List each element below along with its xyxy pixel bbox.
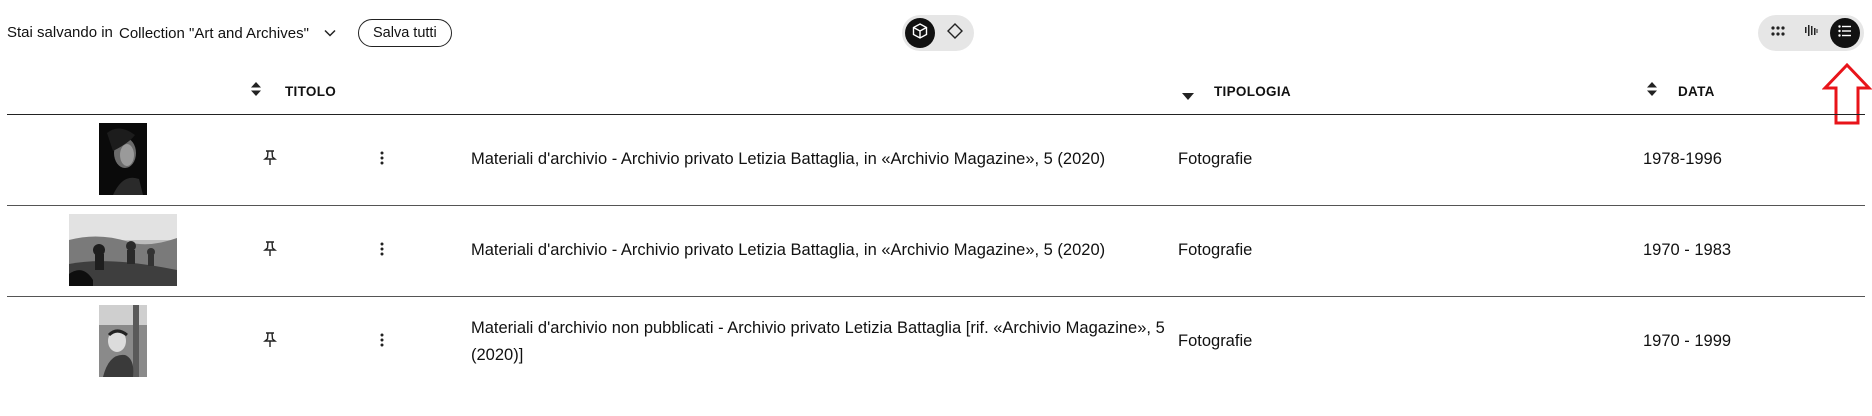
column-header-date[interactable]: DATA xyxy=(1678,84,1715,99)
column-header-title[interactable]: TITOLO xyxy=(285,84,336,99)
layout-barcode-button[interactable] xyxy=(1796,18,1826,48)
more-options-button[interactable] xyxy=(372,150,392,170)
view-3d-button[interactable] xyxy=(905,18,935,48)
diamond-icon xyxy=(946,22,964,45)
more-vertical-icon xyxy=(380,151,384,170)
view-mode-toggle xyxy=(902,15,974,51)
row-type: Fotografie xyxy=(1178,332,1253,350)
column-header-type[interactable]: TIPOLOGIA xyxy=(1214,84,1291,99)
saving-to-label: Stai salvando in xyxy=(7,24,113,41)
row-title[interactable]: Materiali d'archivio - Archivio privato … xyxy=(471,237,1171,264)
row-title[interactable]: Materiali d'archivio non pubblicati - Ar… xyxy=(471,315,1171,369)
pin-button[interactable] xyxy=(260,149,280,171)
more-options-button[interactable] xyxy=(372,241,392,261)
layout-toggle xyxy=(1758,15,1864,51)
sort-type-button[interactable] xyxy=(1182,88,1194,106)
layout-list-button[interactable] xyxy=(1830,18,1860,48)
pin-icon xyxy=(263,149,277,171)
sort-desc-icon xyxy=(1182,88,1194,105)
table-row[interactable]: Materiali d'archivio - Archivio privato … xyxy=(7,115,1865,206)
row-date: 1970 - 1999 xyxy=(1643,332,1732,350)
sort-date-button[interactable] xyxy=(1647,82,1657,101)
sort-icon xyxy=(251,82,261,100)
more-vertical-icon xyxy=(380,333,384,352)
chevron-down-icon xyxy=(323,26,337,40)
thumbnail-image[interactable] xyxy=(69,214,177,286)
collection-name: Collection "Art and Archives" xyxy=(119,24,309,42)
grid-icon xyxy=(1770,23,1786,44)
save-all-button[interactable]: Salva tutti xyxy=(358,19,452,47)
table-row[interactable]: Materiali d'archivio non pubblicati - Ar… xyxy=(7,297,1865,387)
thumbnail-image[interactable] xyxy=(99,123,147,195)
table-row[interactable]: Materiali d'archivio - Archivio privato … xyxy=(7,206,1865,297)
sort-title-button[interactable] xyxy=(251,82,261,101)
row-title[interactable]: Materiali d'archivio - Archivio privato … xyxy=(471,146,1171,173)
more-options-button[interactable] xyxy=(372,332,392,352)
top-toolbar: Stai salvando in Collection "Art and Arc… xyxy=(0,0,1872,125)
pin-icon xyxy=(263,240,277,262)
pin-icon xyxy=(263,331,277,353)
row-type: Fotografie xyxy=(1178,150,1253,168)
row-date: 1978-1996 xyxy=(1643,150,1722,168)
sort-icon xyxy=(1647,82,1657,100)
view-2d-button[interactable] xyxy=(940,18,970,48)
pin-button[interactable] xyxy=(260,331,280,353)
table-header: TITOLO TIPOLOGIA DATA xyxy=(7,64,1865,115)
pin-button[interactable] xyxy=(260,240,280,262)
row-date: 1970 - 1983 xyxy=(1643,241,1732,259)
more-vertical-icon xyxy=(380,242,384,261)
barcode-icon xyxy=(1803,23,1819,44)
layout-grid-button[interactable] xyxy=(1763,18,1793,48)
list-icon xyxy=(1837,23,1853,44)
thumbnail-image[interactable] xyxy=(99,305,147,377)
collection-selector[interactable]: Collection "Art and Archives" xyxy=(119,20,337,46)
cube-icon xyxy=(911,22,929,45)
row-type: Fotografie xyxy=(1178,241,1253,259)
